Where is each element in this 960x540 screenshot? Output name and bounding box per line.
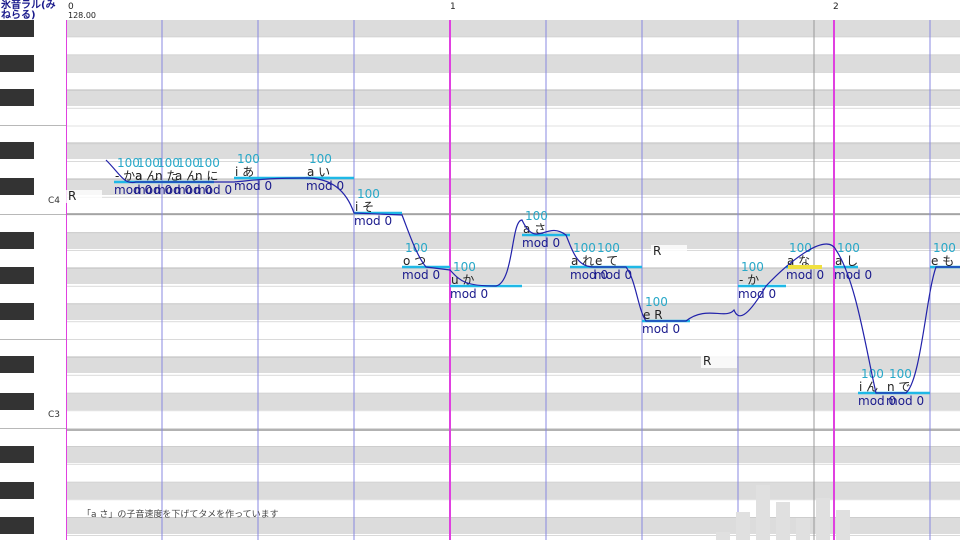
level-meter-bar — [736, 512, 750, 540]
note-caption: 「a さ」の子音速度を下げてタメを作っています — [82, 510, 279, 520]
note-modulation: mod 0 — [522, 236, 560, 250]
note-velocity: 100 — [525, 209, 548, 223]
rest-label: R — [68, 189, 76, 203]
black-key[interactable] — [0, 232, 34, 249]
level-meter-bar — [716, 532, 730, 540]
selected-note-marker[interactable] — [788, 265, 822, 269]
note-velocity: 100 — [933, 241, 956, 255]
note-phoneme: e も — [931, 254, 954, 268]
note-velocity: 100 — [357, 187, 380, 201]
pitch-row-black — [66, 393, 960, 410]
white-key-divider — [0, 428, 66, 429]
note-modulation: mod 0 — [642, 322, 680, 336]
note-phoneme: i あ — [235, 165, 254, 179]
note-velocity: 100 — [309, 152, 332, 166]
pitch-row-black — [66, 482, 960, 499]
measure-number: 2 — [833, 2, 839, 12]
white-key-divider — [0, 339, 66, 340]
pitch-row-black — [66, 267, 960, 284]
tempo-value: 128.00 — [68, 11, 96, 20]
black-key[interactable] — [0, 89, 34, 106]
level-meter-bar — [796, 518, 810, 540]
black-key[interactable] — [0, 446, 34, 463]
black-key[interactable] — [0, 267, 34, 284]
black-key[interactable] — [0, 55, 34, 72]
rest-label: R — [653, 244, 661, 258]
note-modulation: mod 0 — [194, 183, 232, 197]
pitch-row-black — [66, 20, 960, 37]
note-phoneme: e て — [595, 254, 618, 268]
black-key[interactable] — [0, 142, 34, 159]
octave-label-c4: C4 — [48, 196, 61, 206]
note-velocity: 100 — [573, 241, 596, 255]
pitch-row-black — [66, 303, 960, 320]
note-phoneme: - か — [739, 273, 759, 287]
note-phoneme: a い — [307, 165, 330, 179]
black-key[interactable] — [0, 517, 34, 534]
note-modulation: mod 0 — [450, 287, 488, 301]
note-velocity: 100 — [645, 295, 668, 309]
pitch-row-black — [66, 446, 960, 463]
black-key[interactable] — [0, 482, 34, 499]
rest-label: R — [703, 354, 711, 368]
note-modulation: mod 0 — [738, 287, 776, 301]
note-velocity: 100 — [197, 156, 220, 170]
level-meter-bar — [776, 502, 790, 540]
singer-name: 氷音ラル(みねらる) — [1, 1, 65, 21]
piano-roll[interactable]: - かa 100 mod 0a ん 100 mod 0n た 100 mod 0a ん 100… — [66, 20, 960, 540]
note-modulation: mod 0 — [786, 268, 824, 282]
note-velocity: 100 — [889, 367, 912, 381]
pitch-row-black — [66, 89, 960, 106]
piano-keyboard[interactable]: 氷音ラル(みねらる) C4 C3 — [0, 0, 67, 540]
measure-number: 1 — [450, 2, 456, 12]
note-velocity: 100 — [597, 241, 620, 255]
black-key[interactable] — [0, 178, 34, 195]
note-velocity: 100 — [837, 241, 860, 255]
note-phoneme: n に — [195, 169, 218, 183]
note-modulation: mod 0 — [402, 268, 440, 282]
level-meter-bar — [816, 498, 830, 540]
level-meter-bar — [756, 485, 770, 540]
note-modulation: mod 0 — [354, 214, 392, 228]
note-phoneme: i そ — [355, 200, 374, 214]
black-key[interactable] — [0, 356, 34, 373]
note-modulation: mod 0 — [594, 268, 632, 282]
black-key[interactable] — [0, 393, 34, 410]
note-phoneme: a れ — [571, 254, 594, 268]
note-modulation: mod 0 — [834, 268, 872, 282]
note-velocity: 100 — [741, 260, 764, 274]
octave-label-c3: C3 — [48, 410, 61, 420]
level-meter-bar — [836, 510, 850, 540]
pitch-row-black — [66, 55, 960, 72]
note-velocity: 100 — [237, 152, 260, 166]
white-key-divider — [0, 214, 66, 215]
black-key[interactable] — [0, 20, 34, 37]
note-phoneme: a し — [835, 254, 858, 268]
note-modulation: mod 0 — [886, 394, 924, 408]
note-velocity: 100 — [405, 241, 428, 255]
note-velocity: 100 — [789, 241, 812, 255]
black-key[interactable] — [0, 303, 34, 320]
timeline-ruler[interactable]: 0 1 2 128.00 — [66, 0, 960, 21]
white-key-divider — [0, 125, 66, 126]
pitch-row-black — [66, 356, 960, 373]
piano-roll-canvas[interactable]: - かa100mod 0a ん100mod 0n た100mod 0a ん100… — [66, 20, 960, 540]
note-velocity: 100 — [453, 260, 476, 274]
note-phoneme: o つ — [403, 254, 426, 268]
